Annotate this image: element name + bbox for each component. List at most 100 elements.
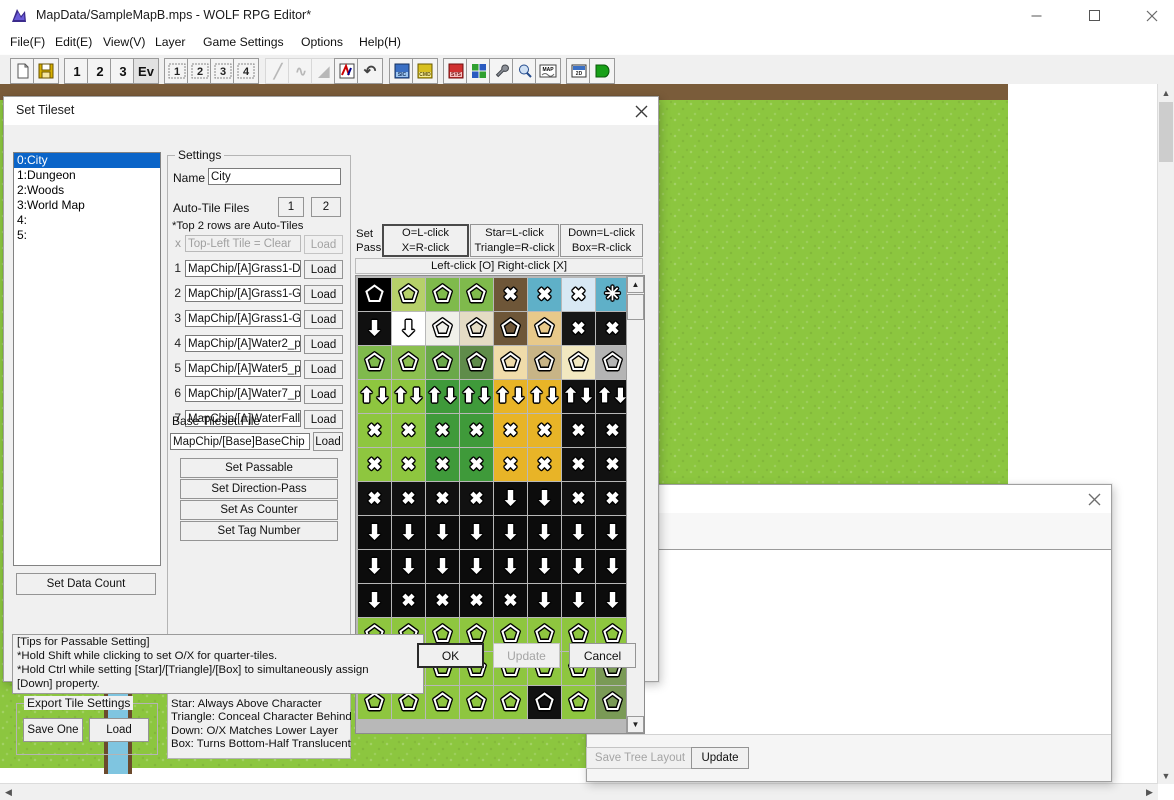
play-test-button[interactable] <box>589 58 615 84</box>
tile-cell[interactable]: ⬆⬇ <box>358 380 391 413</box>
event-layer-button[interactable]: Ev <box>133 58 159 84</box>
tile-cell[interactable]: ⬇ <box>392 550 425 583</box>
tile-cell[interactable]: ⬠ <box>528 686 561 719</box>
undo-button[interactable]: ↶ <box>357 58 383 84</box>
ok-button[interactable]: OK <box>417 643 484 668</box>
scroll-down-icon[interactable]: ▼ <box>1158 767 1174 784</box>
tile-cell[interactable]: ⬇ <box>494 516 527 549</box>
tile-cell[interactable]: ⬠ <box>426 312 459 345</box>
tileset-list-item[interactable]: 0:City <box>14 153 160 168</box>
set-pass-mode-star-triangle[interactable]: Star=L-click Triangle=R-click <box>470 224 559 257</box>
set-as-counter-button[interactable]: Set As Counter <box>180 500 338 520</box>
tile-cell[interactable]: ✖ <box>460 482 493 515</box>
tileset-list[interactable]: 0:City 1:Dungeon 2:Woods 3:World Map 4: 5: <box>13 152 161 566</box>
tile-cell[interactable]: ✖ <box>562 312 595 345</box>
tile-cell[interactable]: ✖ <box>494 278 527 311</box>
tile-cell[interactable]: ⬇ <box>528 550 561 583</box>
set-data-count-button[interactable]: Set Data Count <box>16 573 156 595</box>
tile-cell[interactable]: ⬠ <box>460 346 493 379</box>
tile-cell[interactable]: ✖ <box>426 448 459 481</box>
map-select-button[interactable]: MAP <box>535 58 561 84</box>
auto-tile-path-input[interactable]: MapChip/[A]Water7_р <box>185 385 301 402</box>
set-pass-mode-down-box[interactable]: Down=L-click Box=R-click <box>560 224 643 257</box>
auto-tile-load-button[interactable]: Load <box>304 260 343 279</box>
tile-cell[interactable]: ✖ <box>392 482 425 515</box>
tile-cell[interactable]: ✖ <box>562 448 595 481</box>
tile-cell[interactable]: ✖ <box>528 414 561 447</box>
menu-item-edite[interactable]: Edit(E) <box>55 35 92 49</box>
menu-item-viewv[interactable]: View(V) <box>103 35 145 49</box>
tile-cell[interactable]: ⬠ <box>358 346 391 379</box>
export-load-button[interactable]: Load <box>89 718 149 742</box>
menu-item-layer[interactable]: Layer <box>155 35 186 49</box>
palette-scroll-down-icon[interactable]: ▼ <box>627 716 644 733</box>
tile-cell[interactable]: ⬇ <box>426 516 459 549</box>
minimize-button[interactable] <box>1013 0 1059 31</box>
tile-cell[interactable]: ✖ <box>460 414 493 447</box>
tile-cell[interactable]: ✖ <box>528 278 561 311</box>
tile-cell[interactable]: ⬇ <box>392 312 425 345</box>
auto-tile-page-2-button[interactable]: 2 <box>311 197 341 217</box>
tile-cell[interactable]: ⬠ <box>426 686 459 719</box>
tile-cell[interactable]: ⬆⬇ <box>596 380 629 413</box>
set-pass-mode-o-x[interactable]: O=L-click X=R-click <box>382 224 469 257</box>
auto-tile-load-button[interactable]: Load <box>304 385 343 404</box>
auto-tile-load-button[interactable]: Load <box>304 360 343 379</box>
auto-tile-page-1-button[interactable]: 1 <box>278 197 304 217</box>
tile-cell[interactable]: ⬠ <box>596 346 629 379</box>
map-horizontal-scrollbar[interactable]: ◀ ▶ <box>0 783 1158 800</box>
tile-cell[interactable]: ✖ <box>596 448 629 481</box>
tile-tool-4-button[interactable]: 4 <box>233 58 259 84</box>
map-vertical-scrollbar[interactable]: ▲ ▼ <box>1157 84 1174 784</box>
base-tileset-input[interactable]: MapChip/[Base]BaseChip <box>170 433 310 450</box>
save-one-button[interactable]: Save One <box>23 718 83 742</box>
tile-cell[interactable]: ⬆⬇ <box>426 380 459 413</box>
tileset-list-item[interactable]: 5: <box>14 228 160 243</box>
tileset-list-item[interactable]: 1:Dungeon <box>14 168 160 183</box>
auto-tile-path-input[interactable]: MapChip/[A]Grass1-Gı <box>185 285 301 302</box>
set-direction-pass-button[interactable]: Set Direction-Pass <box>180 479 338 499</box>
auto-tile-path-input[interactable]: MapChip/[A]Grass1-Di <box>185 260 301 277</box>
map-select-tree[interactable]: ple Map ADungeonple Map B <box>587 550 1111 735</box>
tile-cell[interactable]: ✖ <box>494 584 527 617</box>
tile-cell[interactable]: ⬠ <box>460 312 493 345</box>
tileset-list-item[interactable]: 2:Woods <box>14 183 160 198</box>
auto-tile-load-button[interactable]: Load <box>304 310 343 329</box>
auto-tile-path-input[interactable]: MapChip/[A]Water2_р <box>185 335 301 352</box>
tile-cell[interactable]: ⬇ <box>358 550 391 583</box>
auto-tile-path-input[interactable]: MapChip/[A]Grass1-Gı <box>185 310 301 327</box>
map-select-close-icon[interactable] <box>1079 487 1109 511</box>
menu-item-gamesettings[interactable]: Game Settings <box>203 35 284 49</box>
tile-cell[interactable]: ✖ <box>358 414 391 447</box>
tile-cell[interactable]: ⬇ <box>596 550 629 583</box>
set-tileset-close-icon[interactable] <box>626 99 656 123</box>
tile-cell[interactable]: ⬆⬇ <box>392 380 425 413</box>
tile-cell[interactable]: ⬠ <box>460 686 493 719</box>
tile-cell[interactable]: ✖ <box>494 448 527 481</box>
tile-cell[interactable]: ✖ <box>562 278 595 311</box>
tile-cell[interactable]: ⬇ <box>426 550 459 583</box>
menu-item-options[interactable]: Options <box>301 35 343 49</box>
tile-cell[interactable]: ✖ <box>460 448 493 481</box>
tile-cell[interactable]: ✳ <box>596 278 629 311</box>
tile-cell[interactable]: ✖ <box>392 414 425 447</box>
tile-cell[interactable]: ⬇ <box>494 550 527 583</box>
tile-cell[interactable]: ⬇ <box>460 550 493 583</box>
tile-cell[interactable]: ✖ <box>426 584 459 617</box>
tile-cell[interactable]: ⬠ <box>562 686 595 719</box>
tile-cell[interactable]: ⬇ <box>528 516 561 549</box>
tile-cell[interactable]: ✖ <box>392 448 425 481</box>
tile-cell[interactable]: ⬇ <box>528 584 561 617</box>
tile-cell[interactable]: ⬠ <box>392 346 425 379</box>
scroll-right-icon[interactable]: ▶ <box>1141 784 1158 800</box>
set-tag-number-button[interactable]: Set Tag Number <box>180 521 338 541</box>
auto-tile-load-button[interactable]: Load <box>304 410 343 429</box>
tile-cell[interactable]: ⬠ <box>460 278 493 311</box>
tile-cell[interactable]: ⬇ <box>562 584 595 617</box>
tile-cell[interactable]: ✖ <box>358 482 391 515</box>
tile-cell[interactable]: ⬠ <box>358 278 391 311</box>
tile-cell[interactable]: ✖ <box>596 414 629 447</box>
tile-cell[interactable]: ✖ <box>528 448 561 481</box>
tile-cell[interactable]: ✖ <box>460 584 493 617</box>
tile-cell[interactable]: ⬇ <box>358 312 391 345</box>
